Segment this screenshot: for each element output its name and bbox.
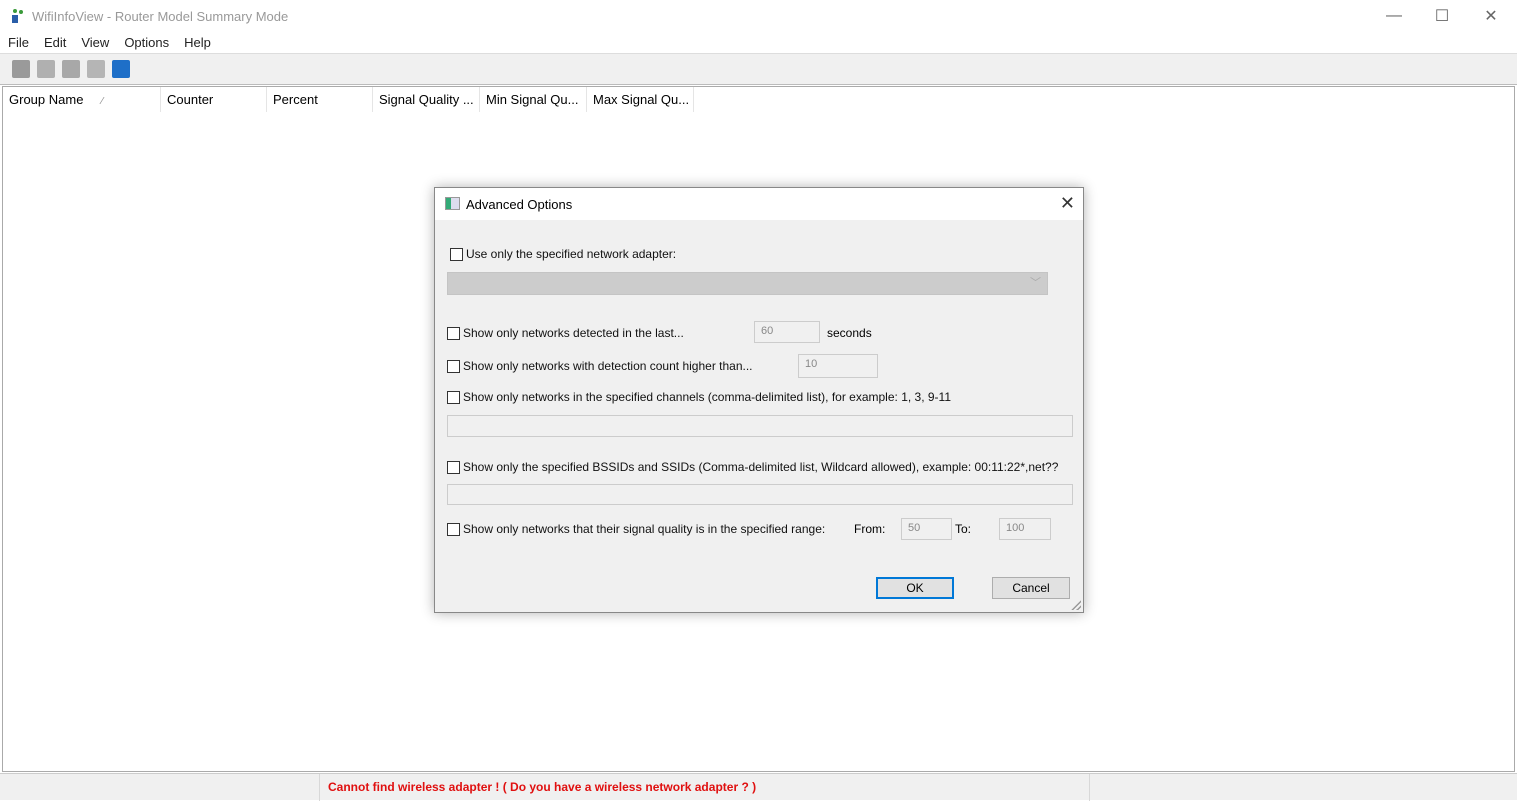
list-header: Group Name ⁄ Counter Percent Signal Qual… (3, 87, 1514, 112)
menu-view[interactable]: View (81, 35, 109, 50)
copy-icon[interactable] (37, 60, 55, 78)
range-label: Show only networks that their signal qua… (463, 522, 826, 536)
save-icon[interactable] (12, 60, 30, 78)
channels-checkbox[interactable] (447, 390, 460, 404)
window-title: WifiInfoView - Router Model Summary Mode (32, 9, 289, 24)
column-signal-quality[interactable]: Signal Quality ... (373, 87, 480, 112)
to-input[interactable]: 100 (999, 518, 1051, 540)
count-option[interactable]: Show only networks with detection count … (447, 359, 753, 373)
exit-icon[interactable] (112, 60, 130, 78)
column-min-signal[interactable]: Min Signal Qu... (480, 87, 587, 112)
adapter-dropdown[interactable]: ﹀ (447, 272, 1048, 295)
bssid-checkbox[interactable] (447, 460, 460, 474)
adapter-option[interactable]: Use only the specified network adapter: (450, 247, 676, 261)
channels-option[interactable]: Show only networks in the specified chan… (447, 390, 951, 404)
chevron-down-icon: ﹀ (1030, 277, 1041, 289)
close-button[interactable]: ✕ (1467, 0, 1515, 32)
adapter-label: Use only the specified network adapter: (466, 247, 677, 261)
menu-bar: File Edit View Options Help (0, 32, 1517, 54)
title-bar: WifiInfoView - Router Model Summary Mode… (0, 0, 1517, 32)
bssid-label: Show only the specified BSSIDs and SSIDs… (463, 460, 1059, 474)
status-bar: Cannot find wireless adapter ! ( Do you … (0, 773, 1517, 801)
range-checkbox[interactable] (447, 522, 460, 536)
seconds-label: seconds (827, 326, 872, 340)
toolbar (0, 54, 1517, 85)
app-icon (12, 9, 23, 23)
bssid-option[interactable]: Show only the specified BSSIDs and SSIDs… (447, 460, 1058, 474)
menu-edit[interactable]: Edit (44, 35, 66, 50)
properties-icon[interactable] (62, 60, 80, 78)
maximize-button[interactable]: ☐ (1418, 0, 1466, 32)
last-seconds-label: Show only networks detected in the last.… (463, 326, 684, 340)
minimize-button[interactable]: — (1370, 0, 1418, 32)
last-seconds-checkbox[interactable] (447, 326, 460, 340)
menu-help[interactable]: Help (184, 35, 211, 50)
column-percent[interactable]: Percent (267, 87, 373, 112)
column-counter[interactable]: Counter (161, 87, 267, 112)
menu-file[interactable]: File (8, 35, 29, 50)
count-input[interactable]: 10 (798, 354, 878, 378)
channels-input[interactable] (447, 415, 1073, 437)
column-group-name[interactable]: Group Name ⁄ (3, 87, 161, 112)
last-seconds-input[interactable]: 60 (754, 321, 820, 343)
channels-label: Show only networks in the specified chan… (463, 390, 951, 404)
status-panel-1 (0, 774, 320, 801)
adapter-checkbox[interactable] (450, 247, 463, 261)
dialog-title-bar: Advanced Options ✕ (435, 188, 1083, 220)
count-label: Show only networks with detection count … (463, 359, 753, 373)
cancel-button[interactable]: Cancel (992, 577, 1070, 599)
status-panel-3 (1090, 774, 1517, 801)
dialog-icon (445, 197, 460, 210)
ok-button[interactable]: OK (876, 577, 954, 599)
sort-indicator-icon: ⁄ (101, 96, 104, 107)
advanced-options-dialog: Advanced Options ✕ Use only the specifie… (434, 187, 1084, 613)
dialog-title: Advanced Options (466, 197, 573, 212)
column-max-signal[interactable]: Max Signal Qu... (587, 87, 694, 112)
resize-grip-icon[interactable] (1071, 600, 1081, 610)
count-checkbox[interactable] (447, 359, 460, 373)
from-input[interactable]: 50 (901, 518, 952, 540)
range-option[interactable]: Show only networks that their signal qua… (447, 522, 825, 536)
dialog-close-button[interactable]: ✕ (1060, 193, 1075, 214)
last-seconds-option[interactable]: Show only networks detected in the last.… (447, 326, 684, 340)
bssid-input[interactable] (447, 484, 1073, 505)
status-message: Cannot find wireless adapter ! ( Do you … (320, 774, 1090, 801)
menu-options[interactable]: Options (124, 35, 169, 50)
find-icon[interactable] (87, 60, 105, 78)
from-label: From: (854, 522, 886, 536)
to-label: To: (955, 522, 972, 536)
